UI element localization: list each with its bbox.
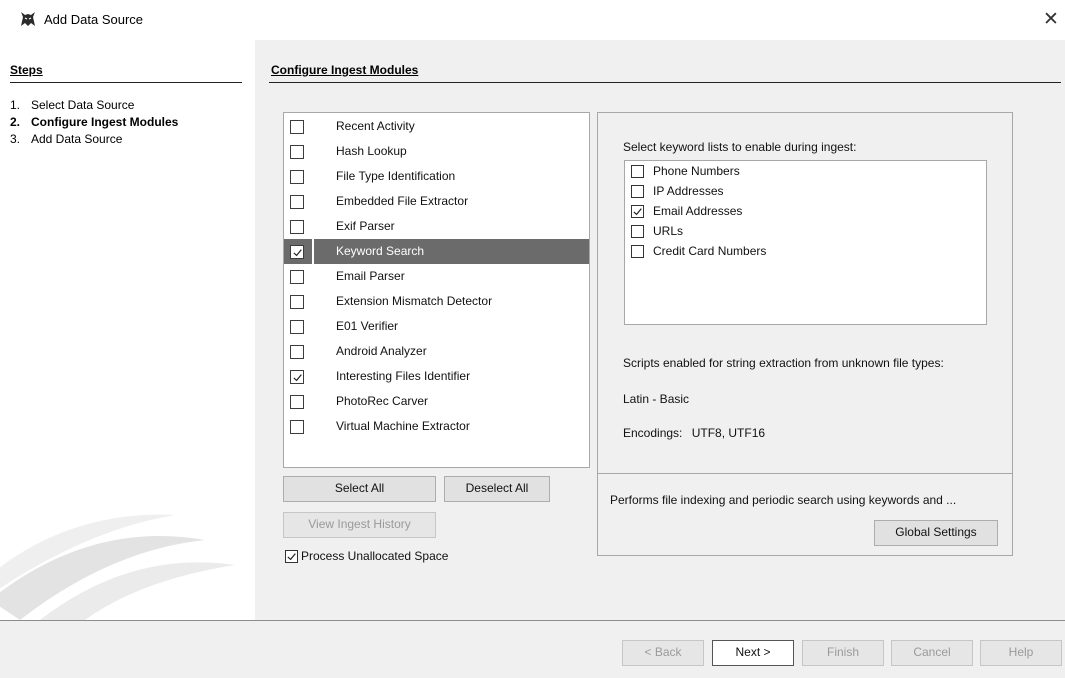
module-checkbox[interactable] bbox=[290, 120, 304, 134]
module-checkbox[interactable] bbox=[290, 270, 304, 284]
module-checkbox[interactable] bbox=[290, 370, 304, 384]
ingest-modules-list[interactable]: Recent Activity Hash Lookup File Type Iden… bbox=[283, 112, 590, 468]
steps-heading: Steps bbox=[10, 63, 43, 77]
encodings-row: Encodings: UTF8, UTF16 bbox=[623, 426, 765, 440]
module-label: Extension Mismatch Detector bbox=[336, 294, 493, 308]
step-item: 2. Configure Ingest Modules bbox=[10, 114, 178, 131]
finish-button[interactable]: Finish bbox=[802, 640, 884, 666]
steps-panel: Steps 1. Select Data Source 2. Configure In… bbox=[0, 40, 255, 620]
module-settings-panel: Select keyword lists to enable during in… bbox=[597, 112, 1013, 556]
scripts-label: Scripts enabled for string extraction fr… bbox=[623, 356, 944, 370]
keyword-list-checkbox[interactable] bbox=[631, 205, 644, 218]
module-row[interactable]: Recent Activity bbox=[284, 114, 589, 139]
module-checkbox[interactable] bbox=[290, 320, 304, 334]
module-row[interactable]: PhotoRec Carver bbox=[284, 389, 589, 414]
step-number: 2. bbox=[10, 115, 21, 129]
module-label: PhotoRec Carver bbox=[336, 394, 429, 408]
autopsy-dog-icon bbox=[18, 9, 38, 29]
module-label: E01 Verifier bbox=[336, 319, 399, 333]
deselect-all-button[interactable]: Deselect All bbox=[444, 476, 550, 502]
module-checkbox[interactable] bbox=[290, 295, 304, 309]
keyword-list-label: Phone Numbers bbox=[653, 164, 740, 178]
steps-divider bbox=[10, 82, 242, 83]
title-bar: Add Data Source ✕ bbox=[0, 0, 1065, 40]
module-row[interactable]: Hash Lookup bbox=[284, 139, 589, 164]
module-label: Virtual Machine Extractor bbox=[336, 419, 470, 433]
row-separator bbox=[312, 239, 314, 264]
module-row[interactable]: Exif Parser bbox=[284, 214, 589, 239]
module-checkbox[interactable] bbox=[290, 220, 304, 234]
module-label: Email Parser bbox=[336, 269, 405, 283]
close-icon[interactable]: ✕ bbox=[1038, 6, 1064, 32]
module-checkbox[interactable] bbox=[290, 420, 304, 434]
module-row[interactable]: File Type Identification bbox=[284, 164, 589, 189]
keyword-list-checkbox[interactable] bbox=[631, 245, 644, 258]
view-ingest-history-button[interactable]: View Ingest History bbox=[283, 512, 436, 538]
step-label: Configure Ingest Modules bbox=[31, 115, 179, 129]
keyword-list-label: Email Addresses bbox=[653, 204, 743, 218]
keyword-list-checkbox[interactable] bbox=[631, 225, 644, 238]
keyword-list-label: URLs bbox=[653, 224, 684, 238]
dialog-content: Steps 1. Select Data Source 2. Configure In… bbox=[0, 40, 1065, 620]
module-label: Keyword Search bbox=[336, 244, 425, 258]
module-checkbox[interactable] bbox=[290, 345, 304, 359]
module-checkbox[interactable] bbox=[290, 395, 304, 409]
help-button[interactable]: Help bbox=[980, 640, 1062, 666]
step-number: 1. bbox=[10, 98, 21, 112]
encodings-label: Encodings: bbox=[623, 426, 683, 440]
main-heading: Configure Ingest Modules bbox=[271, 63, 419, 77]
module-row[interactable]: Email Parser bbox=[284, 264, 589, 289]
step-item: 3. Add Data Source bbox=[10, 131, 178, 148]
module-label: Android Analyzer bbox=[336, 344, 427, 358]
keyword-list-checkbox[interactable] bbox=[631, 185, 644, 198]
encodings-value: UTF8, UTF16 bbox=[691, 426, 766, 440]
module-row[interactable]: Keyword Search bbox=[284, 239, 589, 264]
steps-list: 1. Select Data Source 2. Configure Ingest M… bbox=[10, 97, 178, 148]
decorative-swoosh-graphic bbox=[0, 514, 235, 620]
select-all-button[interactable]: Select All bbox=[283, 476, 436, 502]
module-label: Hash Lookup bbox=[336, 144, 407, 158]
keyword-list-checkbox[interactable] bbox=[631, 165, 644, 178]
module-row[interactable]: Interesting Files Identifier bbox=[284, 364, 589, 389]
global-settings-button[interactable]: Global Settings bbox=[874, 520, 998, 546]
process-unallocated-checkbox[interactable] bbox=[285, 550, 298, 563]
module-label: Exif Parser bbox=[336, 219, 395, 233]
window-title: Add Data Source bbox=[44, 12, 144, 27]
module-row[interactable]: Extension Mismatch Detector bbox=[284, 289, 589, 314]
next-button[interactable]: Next > bbox=[712, 640, 794, 666]
module-row[interactable]: Embedded File Extractor bbox=[284, 189, 589, 214]
module-row[interactable]: Android Analyzer bbox=[284, 339, 589, 364]
keyword-lists-box: Phone Numbers IP Addresses Email Addresses… bbox=[624, 160, 987, 325]
step-label: Select Data Source bbox=[31, 98, 135, 112]
module-row[interactable]: E01 Verifier bbox=[284, 314, 589, 339]
module-description: Performs file indexing and periodic sear… bbox=[610, 493, 957, 507]
step-item: 1. Select Data Source bbox=[10, 97, 178, 114]
footer-bar: < Back Next > Finish Cancel Help bbox=[0, 621, 1065, 678]
module-checkbox[interactable] bbox=[290, 145, 304, 159]
keyword-list-label: IP Addresses bbox=[653, 184, 724, 198]
settings-divider bbox=[598, 473, 1012, 474]
module-checkbox[interactable] bbox=[290, 245, 304, 259]
step-number: 3. bbox=[10, 132, 21, 146]
module-label: Embedded File Extractor bbox=[336, 194, 469, 208]
cancel-button[interactable]: Cancel bbox=[891, 640, 973, 666]
module-checkbox[interactable] bbox=[290, 170, 304, 184]
module-row[interactable]: Virtual Machine Extractor bbox=[284, 414, 589, 439]
step-label: Add Data Source bbox=[31, 132, 123, 146]
module-label: Interesting Files Identifier bbox=[336, 369, 471, 383]
keyword-lists-heading: Select keyword lists to enable during in… bbox=[623, 140, 857, 154]
process-unallocated-label: Process Unallocated Space bbox=[301, 549, 449, 563]
main-divider bbox=[269, 82, 1061, 83]
module-checkbox[interactable] bbox=[290, 195, 304, 209]
back-button[interactable]: < Back bbox=[622, 640, 704, 666]
keyword-list-label: Credit Card Numbers bbox=[653, 244, 767, 258]
module-label: File Type Identification bbox=[336, 169, 456, 183]
scripts-value: Latin - Basic bbox=[623, 392, 690, 406]
module-label: Recent Activity bbox=[336, 119, 415, 133]
